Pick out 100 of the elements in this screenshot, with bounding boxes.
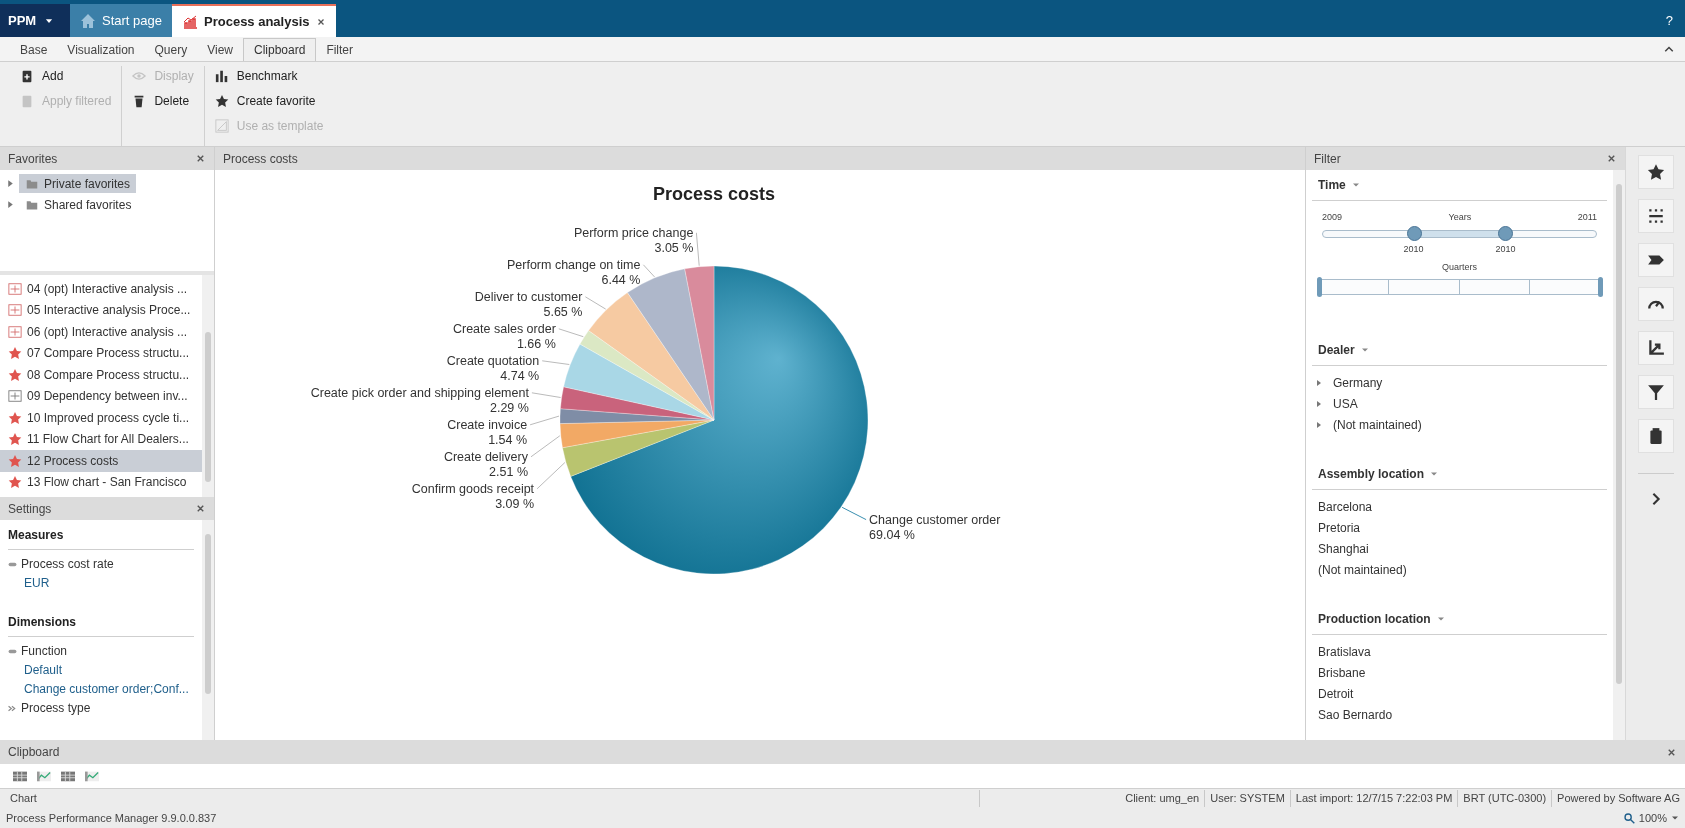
pie-slice[interactable]	[560, 386, 715, 421]
expand-arrow-icon[interactable]	[6, 179, 15, 188]
slider-handle[interactable]	[1317, 277, 1322, 297]
sidebar-button[interactable]	[1637, 155, 1674, 189]
favorite-item[interactable]: 08 Compare Process structu...	[0, 364, 202, 386]
field-value[interactable]: EUR	[24, 574, 50, 592]
tree-item[interactable]: Private favorites	[19, 174, 137, 193]
app-menu-button[interactable]: PPM	[0, 4, 70, 37]
close-icon[interactable]	[315, 16, 326, 27]
tree-item[interactable]: Shared favorites	[19, 195, 138, 214]
ribbon-tab[interactable]: View	[197, 38, 243, 61]
filter-value[interactable]: Germany	[1333, 373, 1383, 392]
ribbon-button[interactable]: Create favorite	[214, 91, 324, 111]
pie-slice[interactable]	[563, 343, 715, 421]
table-thumbnail-icon[interactable]	[58, 769, 78, 783]
sidebar-button[interactable]	[1637, 331, 1674, 365]
thumb-value: 2010	[1403, 242, 1424, 256]
ribbon-tab[interactable]: Query	[144, 38, 198, 61]
filter-value[interactable]: Shanghai	[1318, 539, 1369, 558]
data-label: 2.51 %	[489, 464, 528, 479]
filter-heading[interactable]: Time	[1318, 176, 1346, 194]
table-icon	[8, 324, 22, 339]
table-icon	[8, 281, 22, 296]
chart-thumbnail-icon[interactable]	[82, 769, 102, 783]
field-label[interactable]: Process cost rate	[21, 555, 114, 573]
app-tab[interactable]: Start page	[70, 4, 172, 37]
field-label[interactable]: Process type	[21, 699, 91, 717]
table-thumbnail-icon[interactable]	[10, 769, 30, 783]
expand-arrow-icon[interactable]	[1315, 399, 1323, 408]
ribbon-tab[interactable]: Base	[10, 38, 58, 61]
pie-slice[interactable]	[588, 292, 715, 421]
filter-heading[interactable]: Assembly location	[1318, 465, 1425, 483]
bar-chart-icon	[214, 69, 229, 83]
panel-title: Process costs	[223, 150, 298, 168]
sidebar-button[interactable]	[1637, 419, 1674, 453]
zoom-button[interactable]: 100%	[1623, 809, 1679, 827]
filter-heading[interactable]: Dealer	[1318, 341, 1355, 359]
filter-value[interactable]: (Not maintained)	[1318, 560, 1407, 579]
help-button[interactable]: ?	[1653, 4, 1685, 37]
leader-line	[536, 462, 566, 490]
filter-value[interactable]: Detroit	[1318, 684, 1354, 703]
slider-handle[interactable]	[1598, 277, 1603, 297]
favorite-item[interactable]: 10 Improved process cycle ti...	[0, 407, 202, 429]
pie-slice[interactable]	[562, 419, 715, 477]
panel-title: Clipboard	[8, 744, 60, 761]
caret-icon[interactable]	[1360, 346, 1369, 354]
caret-icon[interactable]	[1351, 181, 1360, 189]
range-slider-track[interactable]	[1318, 279, 1601, 295]
favorite-item[interactable]: 05 Interactive analysis Proce...	[0, 299, 202, 321]
data-label: 69.04 %	[869, 527, 915, 542]
pie-slice[interactable]	[627, 268, 715, 421]
close-icon[interactable]	[1606, 153, 1617, 164]
filter-value[interactable]: USA	[1333, 394, 1358, 413]
ribbon-button[interactable]: Benchmark	[214, 66, 324, 86]
ribbon-tab[interactable]: Clipboard	[243, 38, 317, 61]
caret-icon[interactable]	[1436, 615, 1445, 623]
eye-icon	[132, 69, 147, 83]
expand-arrow-icon[interactable]	[1315, 420, 1323, 429]
filter-value[interactable]: Barcelona	[1318, 497, 1373, 516]
caret-icon	[1671, 814, 1679, 822]
favorite-item[interactable]: 09 Dependency between inv...	[0, 385, 202, 407]
sidebar-button[interactable]	[1637, 199, 1674, 233]
expand-arrow-icon[interactable]	[6, 200, 15, 209]
favorite-item[interactable]: 11 Flow Chart for All Dealers...	[0, 428, 202, 450]
sidebar-button[interactable]	[1637, 287, 1674, 321]
expand-arrow-icon[interactable]	[1315, 378, 1323, 387]
sidebar-button[interactable]	[1637, 243, 1674, 277]
favorite-item[interactable]: 13 Flow chart - San Francisco	[0, 471, 202, 493]
pie-slice[interactable]	[559, 408, 715, 424]
sidebar-button[interactable]	[1637, 375, 1674, 409]
axis-label: 2011	[1577, 211, 1597, 224]
favorite-item[interactable]: 07 Compare Process structu...	[0, 342, 202, 364]
ribbon-button[interactable]: Add	[20, 66, 112, 86]
favorite-item[interactable]: 12 Process costs	[0, 450, 202, 472]
slider-caption: Years	[1448, 211, 1472, 224]
app-tab[interactable]: Process analysis	[172, 4, 336, 37]
slider-thumb[interactable]	[1406, 225, 1422, 241]
caret-icon[interactable]	[1430, 470, 1439, 478]
axes-icon	[1646, 339, 1665, 357]
panel-title: Filter	[1314, 150, 1341, 168]
ribbon-button[interactable]: Delete	[132, 91, 194, 111]
close-icon[interactable]	[195, 153, 206, 164]
data-label: 3.05 %	[654, 240, 694, 255]
favorite-item[interactable]: 06 (opt) Interactive analysis ...	[0, 321, 202, 343]
close-icon[interactable]	[195, 503, 206, 514]
favorite-item[interactable]: 04 (opt) Interactive analysis ...	[0, 278, 202, 300]
ribbon-tab[interactable]: Visualization	[57, 38, 145, 61]
filter-value[interactable]: Brisbane	[1318, 663, 1366, 682]
filter-value[interactable]: Sao Bernardo	[1318, 705, 1393, 724]
field-label[interactable]: Function	[21, 642, 68, 660]
filter-heading[interactable]: Production location	[1318, 610, 1431, 628]
field-value[interactable]: Default	[24, 661, 63, 679]
slider-thumb[interactable]	[1498, 225, 1514, 241]
filter-value[interactable]: Bratislava	[1318, 642, 1371, 661]
filter-value[interactable]: (Not maintained)	[1333, 415, 1422, 434]
filter-value[interactable]: Pretoria	[1318, 518, 1361, 537]
chart-thumbnail-icon[interactable]	[34, 769, 54, 783]
field-value[interactable]: Change customer order;Conf...	[24, 680, 189, 698]
range-slider-track[interactable]	[1322, 229, 1597, 238]
ribbon-tab[interactable]: Filter	[316, 38, 364, 61]
